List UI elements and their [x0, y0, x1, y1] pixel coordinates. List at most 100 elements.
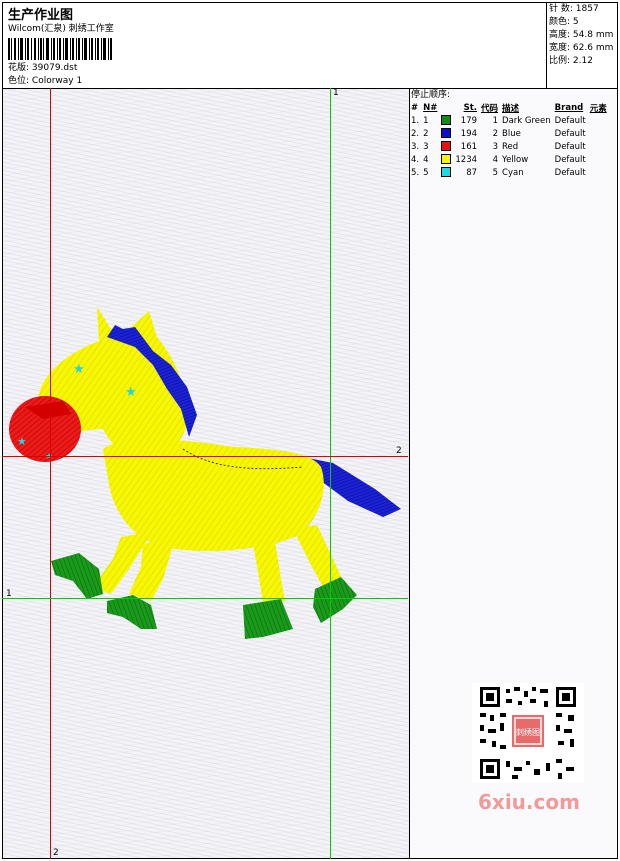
row-needle: 1 [423, 115, 429, 126]
row-brand: Default [554, 141, 586, 152]
col-swatch [440, 101, 454, 114]
colorway-line: 色位: Colorway 1 [8, 76, 82, 87]
star-icon: ★ [125, 385, 137, 400]
row-brand: Default [554, 128, 586, 139]
stat-value: 2.12 [572, 56, 593, 66]
design-file-name: 39079.dst [31, 63, 78, 73]
row-index: 3. [411, 141, 420, 152]
stat-label: 比例: [549, 56, 571, 66]
color-swatch [441, 115, 452, 126]
row-swatch [440, 153, 454, 166]
guide-horizontal-1-label: 1 [6, 589, 12, 599]
stat-scale: 比例: 2.12 [549, 56, 617, 67]
col-needle: N# [423, 102, 438, 113]
star-icon: ★ [17, 435, 27, 448]
stat-value: 1857 [575, 4, 599, 14]
horse-hoof-1 [51, 553, 103, 599]
row-needle: 3 [423, 141, 429, 152]
row-brand: Default [554, 167, 586, 178]
stat-label: 针 数: [549, 4, 573, 14]
row-index: 5. [411, 167, 420, 178]
color-swatch [441, 128, 452, 139]
row-description: Dark Green [502, 115, 551, 126]
row-needle: 5 [423, 167, 429, 178]
row-index: 4. [411, 154, 420, 165]
guide-vertical-1 [330, 88, 331, 859]
row-stitches: 179 [460, 115, 478, 126]
col-stitches: St. [463, 102, 478, 113]
color-swatch [441, 154, 452, 165]
row-stitches: 161 [460, 141, 478, 152]
row-stitches: 1234 [455, 154, 478, 165]
col-element: 元素 [589, 103, 607, 114]
col-brand: Brand [554, 102, 584, 113]
horse-embroidery: ★ ★ ★ ★ [9, 307, 401, 639]
row-element [589, 114, 610, 127]
horse-leg-4 [293, 525, 343, 587]
row-index: 1. [411, 115, 420, 126]
guide-vertical-2-label: 2 [53, 848, 59, 858]
stat-value: 62.6 mm [572, 43, 614, 53]
horse-hoof-3 [243, 599, 293, 639]
row-stitches: 194 [460, 128, 478, 139]
design-canvas: ★ ★ ★ ★ [2, 88, 410, 859]
star-icon: ★ [73, 362, 85, 377]
row-description: Cyan [502, 167, 524, 178]
stat-label: 颜色: [549, 17, 571, 27]
horse-hoof-4 [313, 577, 357, 623]
guide-vertical-2 [50, 88, 51, 859]
guide-horizontal-2-label: 2 [396, 446, 402, 456]
row-brand: Default [554, 154, 586, 165]
stop-sequence-table: # N# St. 代码 描述 Brand 元素 1. 1 179 1 Dark … [410, 101, 610, 179]
table-row: 1. 1 179 1 Dark Green Default [410, 114, 610, 127]
header-divider [546, 2, 547, 89]
stat-colors: 颜色: 5 [549, 17, 617, 28]
row-needle: 4 [423, 154, 429, 165]
colorway-name: Colorway 1 [31, 76, 83, 86]
colorway-label: 色位: [8, 76, 30, 86]
design-file-label: 花版: [8, 63, 30, 73]
stop-sequence-title: 停止顺序: [411, 90, 451, 100]
row-description: Red [502, 141, 519, 152]
row-element [589, 166, 610, 179]
watermark-text: 6xiu.com [478, 790, 580, 814]
color-swatch [441, 167, 452, 178]
table-row: 5. 5 87 5 Cyan Default [410, 166, 610, 179]
row-needle: 2 [423, 128, 429, 139]
row-code: 4 [492, 154, 499, 165]
table-row: 4. 4 1234 4 Yellow Default [410, 153, 610, 166]
col-index: # [411, 102, 419, 113]
row-swatch [440, 166, 454, 179]
row-index: 2. [411, 128, 420, 139]
row-code: 2 [492, 128, 499, 139]
row-element [589, 140, 610, 153]
barcode-icon [8, 38, 112, 60]
row-brand: Default [554, 115, 586, 126]
table-header-row: # N# St. 代码 描述 Brand 元素 [410, 101, 610, 114]
stat-label: 宽度: [549, 43, 571, 53]
stat-height: 高度: 54.8 mm [549, 30, 617, 41]
row-code: 5 [492, 167, 499, 178]
color-swatch [441, 141, 452, 152]
qr-code-icon: 刺绣图 [472, 683, 584, 783]
col-code: 代码 [481, 103, 499, 114]
row-description: Yellow [502, 154, 529, 165]
row-stitches: 87 [466, 167, 478, 178]
studio-name: Wilcom(汇泉) 刺绣工作室 [8, 24, 114, 34]
page-title: 生产作业图 [8, 8, 74, 23]
table-row: 2. 2 194 2 Blue Default [410, 127, 610, 140]
row-element [589, 127, 610, 140]
col-description: 描述 [502, 103, 520, 114]
qr-badge-text: 刺绣图 [516, 727, 540, 737]
row-swatch [440, 114, 454, 127]
design-file-line: 花版: 39079.dst [8, 63, 77, 74]
guide-horizontal-2 [2, 456, 408, 457]
design-stats: 针 数: 1857 颜色: 5 高度: 54.8 mm 宽度: 62.6 mm … [549, 4, 617, 67]
table-row: 3. 3 161 3 Red Default [410, 140, 610, 153]
horse-leg-3 [253, 541, 285, 603]
guide-vertical-1-label: 1 [333, 88, 339, 98]
row-swatch [440, 127, 454, 140]
stat-label: 高度: [549, 30, 571, 40]
row-description: Blue [502, 128, 521, 139]
stat-stitches: 针 数: 1857 [549, 4, 617, 15]
